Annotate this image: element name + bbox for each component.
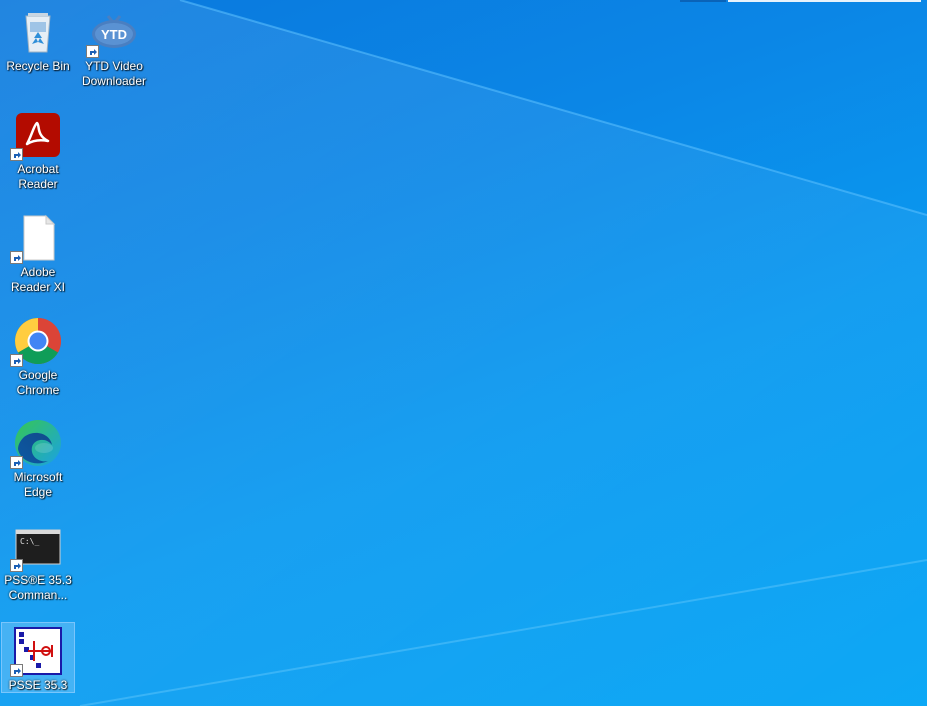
desktop-icon-label: Adobe Reader XI [10,265,66,294]
desktop-icon-recycle-bin[interactable]: Recycle Bin [2,4,74,74]
ytd-icon: YTD [86,8,138,58]
desktop-icon-label: PSS®E 35.3 Comman... [4,573,72,602]
recycle-bin-icon [14,8,62,56]
acrobat-icon [10,111,62,161]
shortcut-arrow-icon [10,251,23,264]
desktop-icon-adobe-reader-xi[interactable]: Adobe Reader XI [2,210,74,295]
edge-icon [10,419,62,469]
shortcut-arrow-icon [10,664,23,677]
desktop-icon-psse[interactable]: PSSE 35.3 [1,622,75,693]
taskbar-edge-dark [680,0,726,2]
command-prompt-icon: C:\_ [10,522,62,572]
shortcut-arrow-icon [10,354,23,367]
desktop-icon-google-chrome[interactable]: Google Chrome [2,313,74,398]
desktop-icon-acrobat-reader[interactable]: Acrobat Reader [2,107,74,192]
shortcut-arrow-icon [10,456,23,469]
chrome-icon [10,317,62,367]
svg-text:C:\_: C:\_ [20,537,39,546]
taskbar-edge-light [728,0,921,2]
wallpaper-beams [0,0,927,706]
psse-icon [10,627,62,677]
desktop-icon-label: Google Chrome [16,368,60,397]
desktop-icon-ytd-video-downloader[interactable]: YTD YTD Video Downloader [78,4,150,89]
desktop-icon-psse-command-prompt[interactable]: C:\_ PSS®E 35.3 Comman... [2,518,74,603]
desktop-icon-label: Recycle Bin [6,59,70,73]
shortcut-arrow-icon [86,45,99,58]
desktop-icon-label: YTD Video Downloader [81,59,147,88]
desktop-icon-label: Acrobat Reader [17,162,59,191]
desktop-icon-label: Microsoft Edge [13,470,63,499]
desktop-icon-label: PSSE 35.3 [8,678,68,692]
blank-file-icon [10,214,62,264]
shortcut-arrow-icon [10,148,23,161]
shortcut-arrow-icon [10,559,23,572]
desktop-icon-microsoft-edge[interactable]: Microsoft Edge [2,415,74,500]
svg-text:YTD: YTD [101,27,127,42]
